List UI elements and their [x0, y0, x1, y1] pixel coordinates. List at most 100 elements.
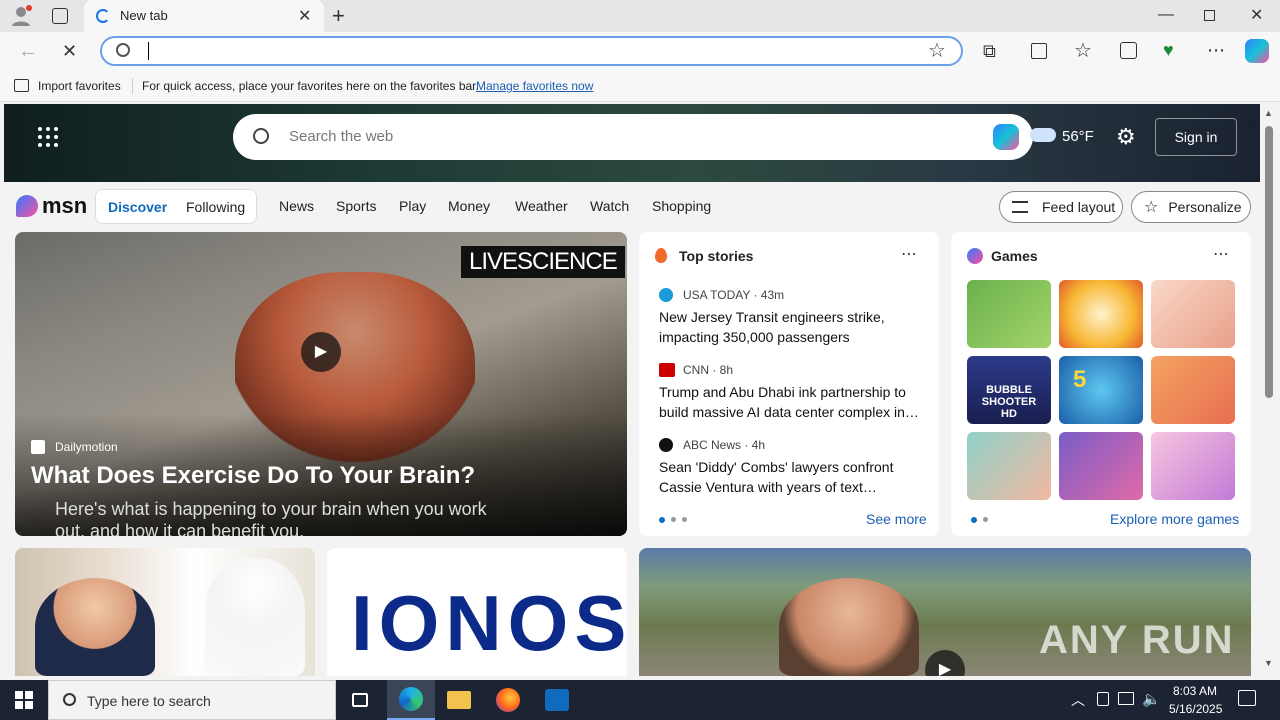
- apps-grid-icon[interactable]: [38, 127, 58, 147]
- msn-logo[interactable]: msn: [16, 192, 87, 220]
- favorites-icon[interactable]: ☆: [1074, 38, 1092, 63]
- nav-play[interactable]: Play: [399, 198, 426, 214]
- nav-shopping[interactable]: Shopping: [652, 198, 711, 214]
- minimize-icon[interactable]: —: [1158, 6, 1174, 24]
- address-input[interactable]: [148, 42, 151, 60]
- search-icon: [63, 693, 76, 706]
- game-tile[interactable]: 5: [1059, 356, 1143, 424]
- see-more-link[interactable]: See more: [866, 511, 927, 527]
- taskbar-search-input[interactable]: Type here to search: [87, 693, 211, 709]
- game-tile[interactable]: [1059, 280, 1143, 348]
- ionos-ad-card[interactable]: IONOS: [327, 548, 627, 676]
- abc-news-icon: [659, 438, 673, 452]
- tab-following[interactable]: Following: [186, 199, 245, 215]
- extensions-icon[interactable]: ⧉: [983, 41, 996, 62]
- volume-icon[interactable]: 🔈: [1142, 690, 1161, 708]
- windows-logo-icon: [15, 691, 33, 709]
- carousel-dot[interactable]: [682, 517, 687, 522]
- import-favorites-button[interactable]: Import favorites: [38, 79, 121, 93]
- top-stories-header[interactable]: Top stories: [679, 248, 753, 264]
- nav-watch[interactable]: Watch: [590, 198, 629, 214]
- more-options-icon[interactable]: ⋯: [1213, 244, 1229, 264]
- settings-gear-icon[interactable]: ⚙: [1116, 124, 1136, 150]
- personalize-label: Personalize: [1168, 199, 1242, 215]
- nav-sports[interactable]: Sports: [336, 198, 376, 214]
- new-tab-icon[interactable]: +: [332, 3, 345, 29]
- nav-news[interactable]: News: [279, 198, 314, 214]
- favorite-star-icon[interactable]: ☆: [928, 38, 946, 63]
- game-tile[interactable]: [1151, 280, 1235, 348]
- scroll-thumb[interactable]: [1265, 126, 1273, 398]
- close-window-icon[interactable]: ✕: [1250, 5, 1263, 25]
- news-image-card[interactable]: [15, 548, 315, 676]
- story-headline[interactable]: Sean 'Diddy' Combs' lawyers confront Cas…: [659, 457, 925, 497]
- carousel-dot[interactable]: [671, 517, 676, 522]
- temperature[interactable]: 56°F: [1062, 128, 1094, 145]
- notifications-icon[interactable]: [1238, 690, 1256, 706]
- hero-title[interactable]: What Does Exercise Do To Your Brain?: [31, 462, 475, 490]
- address-bar[interactable]: ☆: [100, 36, 963, 66]
- file-explorer-icon[interactable]: [435, 680, 483, 720]
- game-tile[interactable]: [1151, 356, 1235, 424]
- tab-title: New tab: [120, 8, 168, 23]
- nav-money[interactable]: Money: [448, 198, 490, 214]
- taskbar-search-box[interactable]: Type here to search: [48, 680, 336, 720]
- stop-loading-icon[interactable]: ✕: [62, 41, 77, 62]
- hero-video-card[interactable]: LIVESCIENCE ▶ Dailymotion What Does Exer…: [15, 232, 627, 536]
- story-headline[interactable]: New Jersey Transit engineers strike, imp…: [659, 307, 925, 347]
- msn-search-input[interactable]: Search the web: [289, 128, 393, 145]
- photo-person: [779, 578, 919, 676]
- network-icon[interactable]: [1118, 692, 1134, 705]
- profile-icon[interactable]: [10, 5, 32, 27]
- copilot-search-icon[interactable]: [993, 124, 1019, 150]
- feed-layout-button[interactable]: Feed layout: [999, 191, 1123, 223]
- copilot-icon[interactable]: [1245, 39, 1269, 63]
- msn-search-box[interactable]: Search the web: [233, 114, 1033, 160]
- play-button[interactable]: ▶: [301, 332, 341, 372]
- task-view-icon[interactable]: [336, 680, 384, 720]
- usb-icon[interactable]: [1097, 692, 1109, 706]
- clock-date[interactable]: 5/16/2025: [1169, 702, 1222, 716]
- explore-games-link[interactable]: Explore more games: [1110, 511, 1239, 527]
- sign-in-button[interactable]: Sign in: [1155, 118, 1237, 156]
- game-tile[interactable]: [1151, 432, 1235, 500]
- tab-actions-icon[interactable]: [52, 8, 68, 24]
- start-button[interactable]: [0, 680, 48, 720]
- nav-weather[interactable]: Weather: [515, 198, 568, 214]
- games-header[interactable]: Games: [991, 248, 1038, 264]
- feed-tab-group: Discover Following: [95, 189, 257, 224]
- scroll-down-icon[interactable]: ▼: [1264, 658, 1273, 668]
- story-headline[interactable]: Trump and Abu Dhabi ink partnership to b…: [659, 382, 925, 422]
- show-hidden-icons[interactable]: ︿: [1071, 690, 1085, 710]
- scroll-up-icon[interactable]: ▲: [1264, 108, 1273, 118]
- manage-favorites-link[interactable]: Manage favorites now: [476, 79, 593, 93]
- feed-layout-label: Feed layout: [1042, 199, 1116, 215]
- more-menu-icon[interactable]: ⋯: [1207, 40, 1225, 61]
- game-tile[interactable]: [967, 432, 1051, 500]
- restore-icon[interactable]: [1204, 10, 1215, 21]
- carousel-dot-active[interactable]: [971, 517, 977, 523]
- tab-discover[interactable]: Discover: [108, 199, 167, 215]
- split-screen-icon[interactable]: [1031, 43, 1047, 59]
- more-options-icon[interactable]: ⋯: [901, 244, 917, 264]
- firefox-icon[interactable]: [484, 680, 532, 720]
- collections-icon[interactable]: [1120, 42, 1137, 59]
- outlook-icon[interactable]: [533, 680, 581, 720]
- game-tile-bubble-shooter[interactable]: BUBBLE SHOOTER HD: [967, 356, 1051, 424]
- carousel-dot-active[interactable]: [659, 517, 665, 523]
- game-tile[interactable]: [1059, 432, 1143, 500]
- close-tab-icon[interactable]: ✕: [298, 6, 311, 26]
- edge-taskbar-icon[interactable]: [387, 680, 435, 720]
- games-card: Games ⋯ BUBBLE SHOOTER HD 5 Explore more…: [951, 232, 1251, 536]
- video-card[interactable]: ▶ ANY RUN: [639, 548, 1251, 676]
- clock-time[interactable]: 8:03 AM: [1173, 684, 1217, 698]
- photo-person-right: [205, 558, 305, 676]
- page-scrollbar[interactable]: ▲ ▼: [1262, 104, 1276, 676]
- back-icon[interactable]: ←: [18, 40, 38, 63]
- play-button[interactable]: ▶: [925, 650, 965, 676]
- tab-new-tab[interactable]: New tab ✕: [84, 0, 324, 32]
- carousel-dot[interactable]: [983, 517, 988, 522]
- personalize-button[interactable]: ☆ Personalize: [1131, 191, 1251, 223]
- game-tile[interactable]: [967, 280, 1051, 348]
- performance-icon[interactable]: ♥: [1163, 40, 1174, 61]
